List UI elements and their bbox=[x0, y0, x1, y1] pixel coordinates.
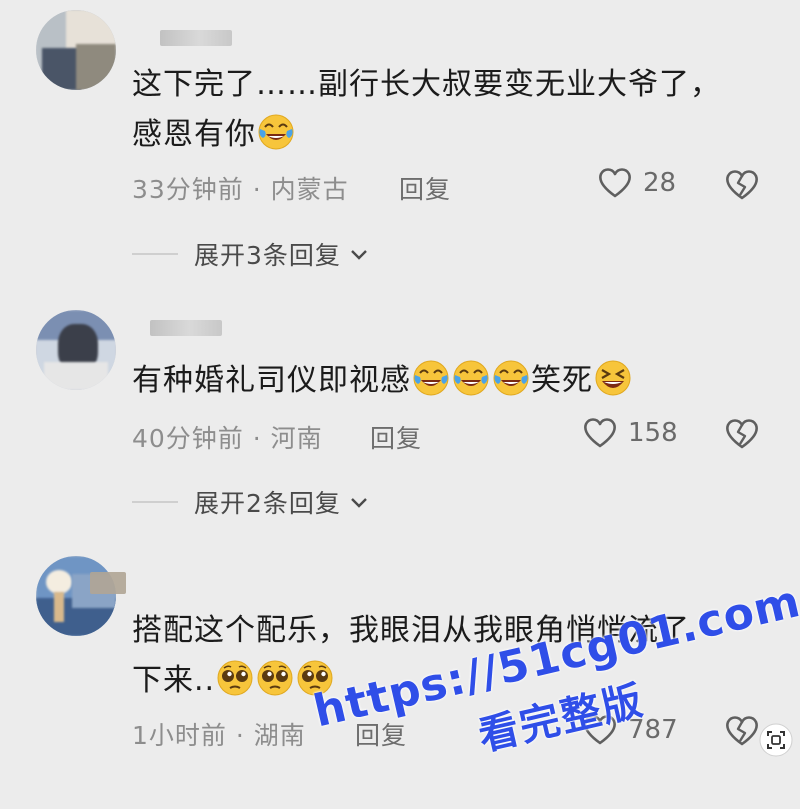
avatar[interactable] bbox=[36, 556, 116, 636]
comment-meta: 1小时前 · 湖南 bbox=[132, 716, 306, 752]
heart-outline-icon bbox=[599, 168, 631, 198]
pleading-emoji bbox=[217, 660, 254, 696]
comment-meta: 40分钟前 · 河南 bbox=[132, 419, 323, 455]
expand-replies-label: 展开2条回复 bbox=[194, 489, 341, 518]
heart-outline-icon bbox=[584, 418, 616, 448]
reply-button[interactable]: 回复 bbox=[399, 170, 451, 206]
meta-separator: · bbox=[252, 424, 262, 453]
divider-line bbox=[132, 501, 178, 503]
avatar[interactable] bbox=[36, 310, 116, 390]
comment-time: 33分钟前 bbox=[132, 175, 244, 204]
expand-replies-label: 展开3条回复 bbox=[194, 241, 341, 270]
username[interactable] bbox=[160, 30, 232, 46]
username[interactable] bbox=[90, 572, 126, 594]
cry-laugh-emoji bbox=[413, 360, 449, 396]
like-button[interactable]: 787 bbox=[582, 712, 678, 748]
heart-outline-icon bbox=[584, 715, 616, 745]
pleading-emoji bbox=[297, 660, 334, 696]
reply-button[interactable]: 回复 bbox=[370, 419, 422, 455]
expand-replies-button[interactable]: 展开2条回复 bbox=[132, 484, 371, 520]
cry-laugh-emoji bbox=[453, 360, 489, 396]
meta-separator: · bbox=[252, 175, 262, 204]
username[interactable] bbox=[150, 320, 222, 336]
cry-laugh-emoji bbox=[258, 114, 294, 150]
chevron-down-icon bbox=[351, 250, 367, 260]
like-count: 158 bbox=[628, 418, 678, 448]
comment-time: 1小时前 bbox=[132, 721, 227, 750]
broken-heart-icon[interactable] bbox=[724, 167, 760, 203]
comment-location: 湖南 bbox=[253, 721, 306, 750]
scan-icon[interactable] bbox=[758, 722, 794, 758]
broken-heart-icon[interactable] bbox=[724, 713, 760, 749]
broken-heart-icon[interactable] bbox=[724, 416, 760, 452]
comment-text: 这下完了……副行长大叔要变无业大爷了， 感恩有你 bbox=[132, 67, 721, 152]
cry-laugh-emoji bbox=[493, 360, 529, 396]
comment-location: 内蒙古 bbox=[270, 175, 349, 204]
like-count: 28 bbox=[643, 168, 677, 198]
avatar[interactable] bbox=[36, 10, 116, 90]
grin-squint-emoji bbox=[594, 359, 632, 397]
divider-line bbox=[132, 253, 178, 255]
like-button[interactable]: 28 bbox=[597, 165, 676, 201]
meta-separator: · bbox=[235, 721, 245, 750]
reply-button[interactable]: 回复 bbox=[355, 716, 407, 752]
comment-text: 有种婚礼司仪即视感 笑死 bbox=[132, 356, 760, 406]
comment-time: 40分钟前 bbox=[132, 424, 244, 453]
comment-text: 搭配这个配乐，我眼泪从我眼角悄悄流了 下来.. bbox=[132, 613, 690, 698]
like-button[interactable]: 158 bbox=[582, 415, 678, 451]
pleading-emoji bbox=[257, 660, 294, 696]
expand-replies-button[interactable]: 展开3条回复 bbox=[132, 236, 371, 272]
comment-meta: 33分钟前 · 内蒙古 bbox=[132, 170, 349, 206]
comment-location: 河南 bbox=[270, 424, 323, 453]
like-count: 787 bbox=[628, 715, 678, 745]
chevron-down-icon bbox=[351, 498, 367, 508]
